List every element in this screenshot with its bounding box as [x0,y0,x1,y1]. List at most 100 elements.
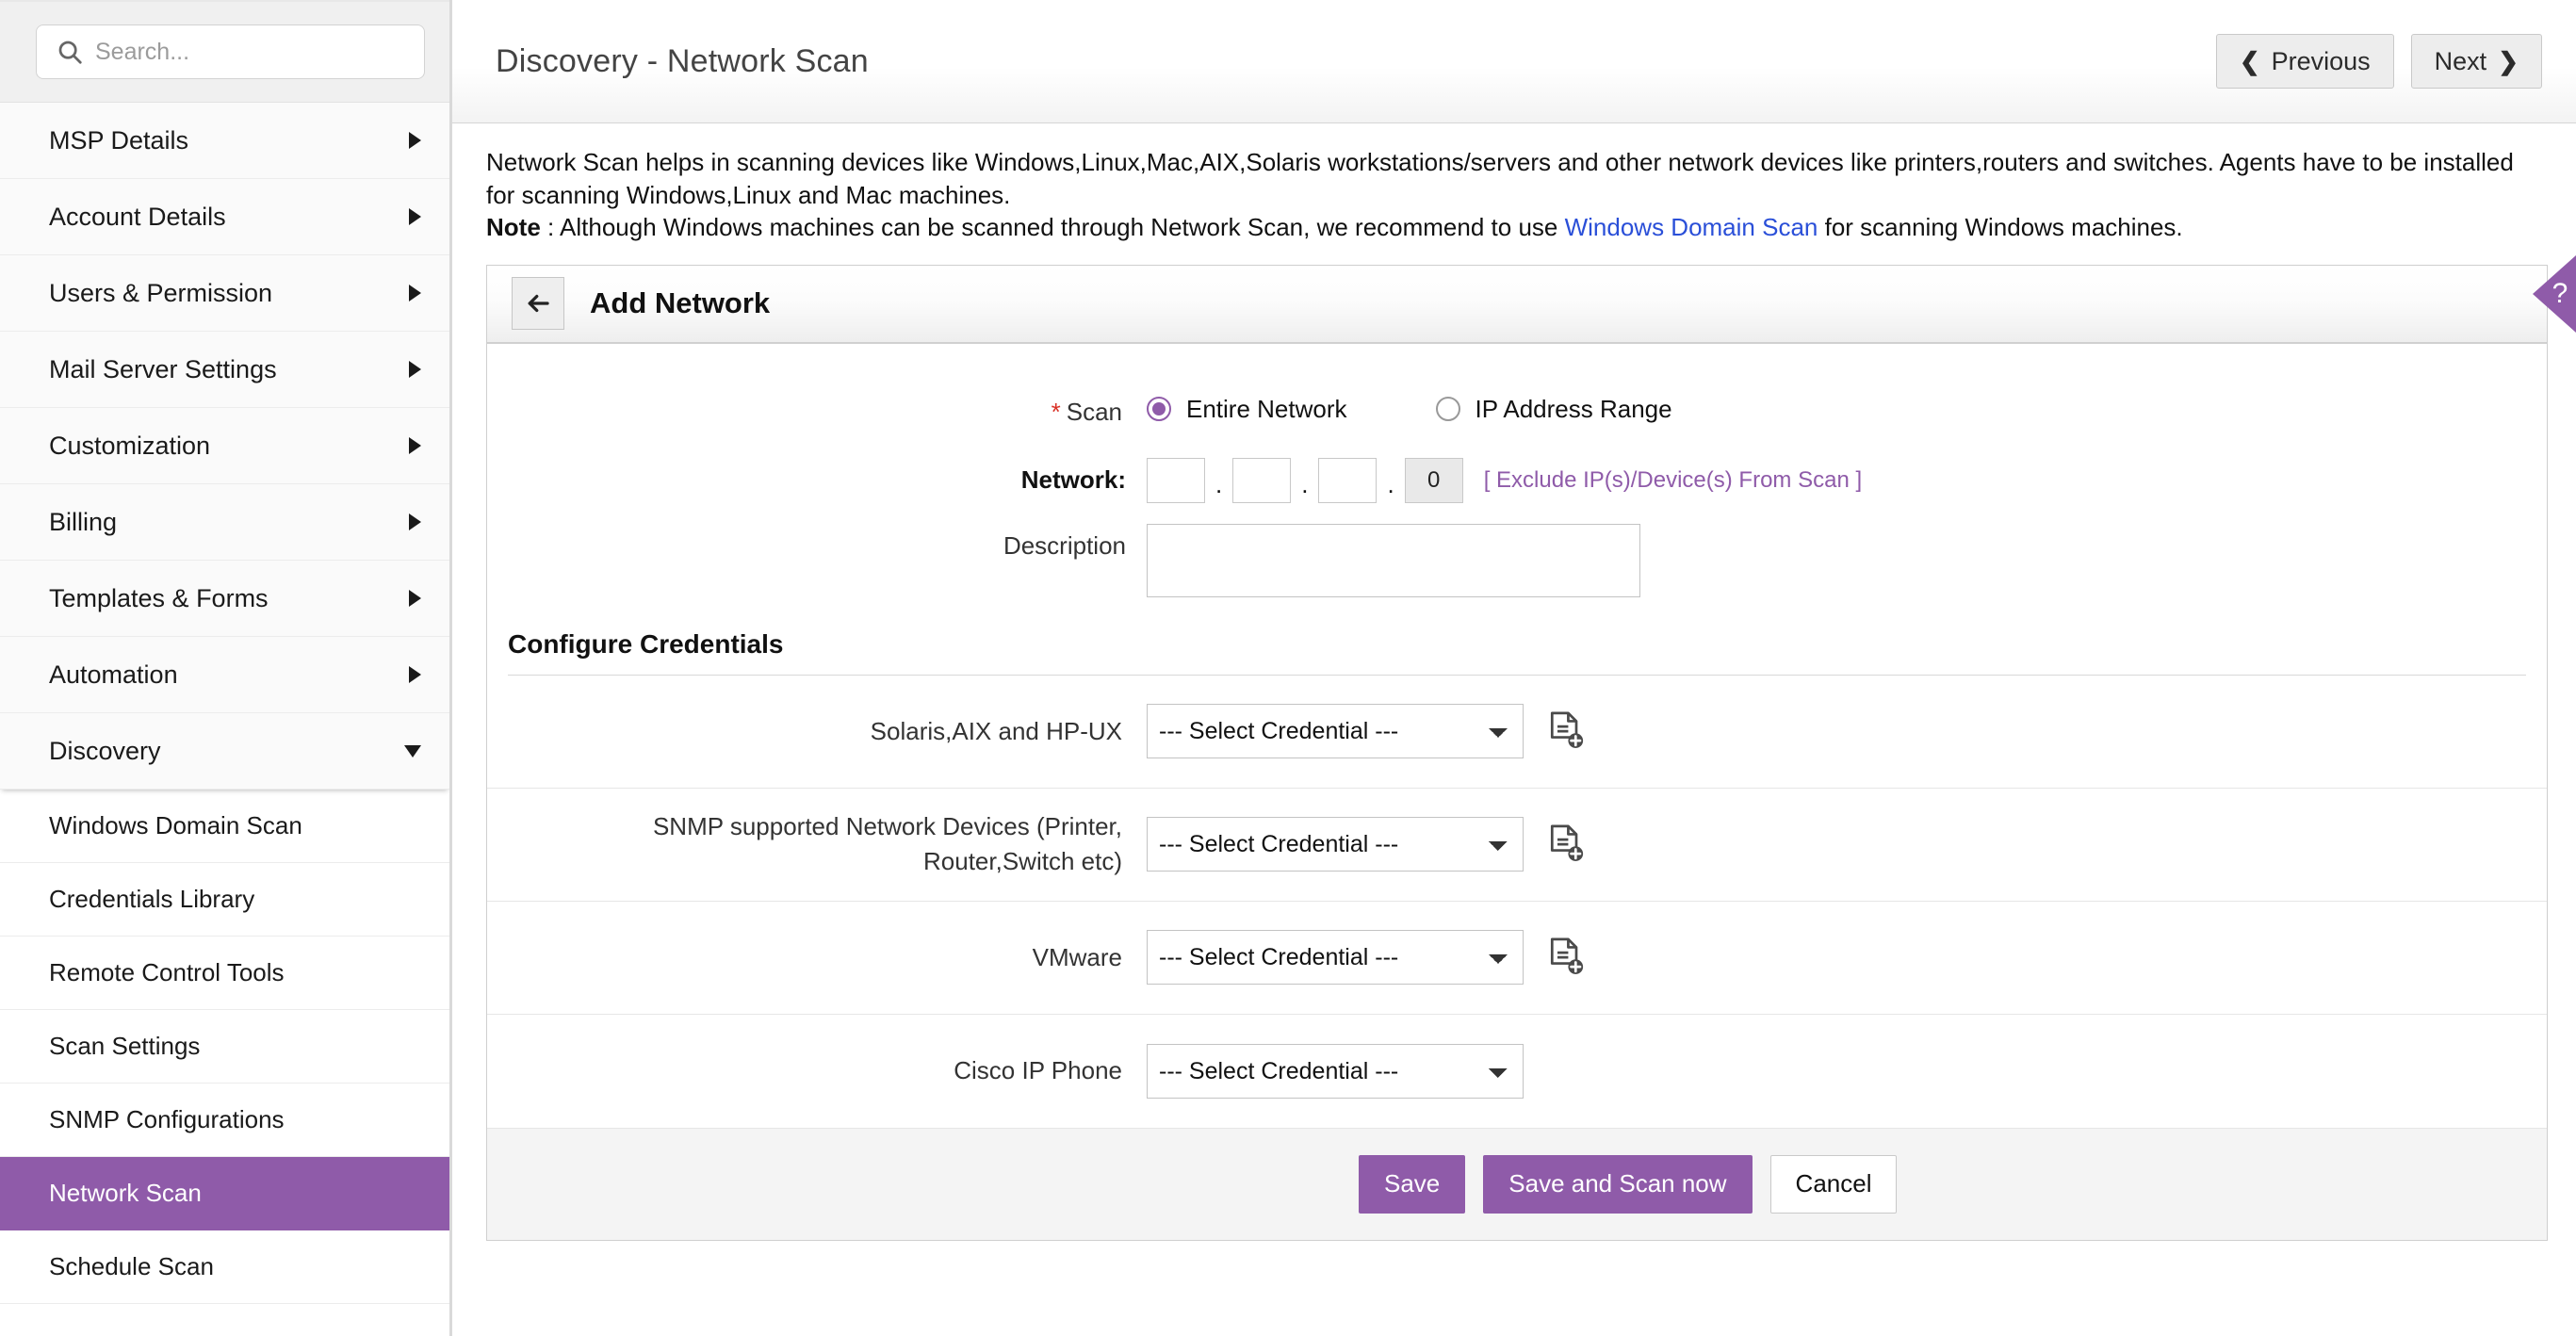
sidebar-item-label: Automation [49,660,178,689]
card-body: * Scan Entire Network IP Address Range N… [487,344,2547,1128]
chevron-down-icon [404,744,421,758]
chevron-right-icon [409,666,421,683]
sidebar-item-scan-settings[interactable]: Scan Settings [0,1010,449,1083]
credential-label: Solaris,AIX and HP-UX [870,716,1122,745]
add-credential-icon[interactable] [1548,937,1586,978]
sidebar-subitem-label: Network Scan [49,1179,202,1207]
previous-button-label: Previous [2271,46,2371,75]
sidebar-subitem-label: Credentials Library [49,885,255,913]
sidebar-item-credentials-library[interactable]: Credentials Library [0,863,449,937]
note-text-after: for scanning Windows machines. [1818,213,2183,242]
exclude-ips-link[interactable]: [ Exclude IP(s)/Device(s) From Scan ] [1484,467,1862,494]
page-content: ? Network Scan helps in scanning devices… [452,123,2576,1336]
credential-select-cisco-ip-phone[interactable]: --- Select Credential --- [1147,1043,1524,1099]
radio-indicator [1147,397,1171,422]
save-button[interactable]: Save [1359,1154,1466,1214]
radio-ip-address-range-label: IP Address Range [1475,394,1672,423]
chevron-right-icon [409,590,421,607]
description-textarea[interactable] [1147,523,1640,597]
page-nav-actions: ❮ Previous Next ❯ [2215,34,2542,89]
sidebar-item-templates-forms[interactable]: Templates & Forms [0,561,449,637]
sidebar: MSP Details Account Details Users & Perm… [0,0,452,1336]
sidebar-item-customization[interactable]: Customization [0,408,449,484]
windows-domain-scan-link[interactable]: Windows Domain Scan [1565,213,1818,241]
sidebar-item-label: MSP Details [49,125,189,155]
sidebar-item-billing[interactable]: Billing [0,484,449,561]
sidebar-item-snmp-configurations[interactable]: SNMP Configurations [0,1083,449,1157]
sidebar-item-schedule-scan[interactable]: Schedule Scan [0,1230,449,1304]
network-octet-1[interactable] [1147,457,1205,503]
radio-entire-network[interactable]: Entire Network [1147,395,1347,424]
chevron-right-icon [409,132,421,149]
add-credential-icon[interactable] [1548,823,1586,865]
sidebar-item-discovery[interactable]: Discovery [0,713,449,790]
sidebar-item-msp-details[interactable]: MSP Details [0,103,449,179]
main-area: Discovery - Network Scan ❮ Previous Next… [452,0,2576,1336]
network-octet-2[interactable] [1232,457,1292,503]
arrow-left-icon [528,295,549,313]
next-button[interactable]: Next ❯ [2410,34,2542,89]
chevron-right-icon [409,437,421,454]
intro-text: Network Scan helps in scanning devices l… [486,146,2548,244]
sidebar-item-label: Templates & Forms [49,583,269,612]
note-text-before: : Although Windows machines can be scann… [540,213,1565,242]
radio-ip-address-range[interactable]: IP Address Range [1435,394,1672,424]
network-octet-4 [1404,457,1463,503]
credential-select-snmp[interactable]: --- Select Credential --- [1147,817,1524,872]
note-label: Note [486,213,541,242]
card-title: Add Network [590,286,771,320]
back-button[interactable] [512,277,564,331]
sidebar-item-label: Mail Server Settings [49,354,277,383]
sidebar-item-network-scan[interactable]: Network Scan [0,1157,449,1230]
scan-label-text: Scan [1066,397,1122,426]
add-credential-icon[interactable] [1548,710,1586,752]
sidebar-item-account-details[interactable]: Account Details [0,179,449,255]
scan-field-row: * Scan Entire Network IP Address Range [487,344,2547,430]
sidebar-subitem-label: Windows Domain Scan [49,811,302,839]
network-octet-3[interactable] [1318,457,1378,503]
network-field-row: Network: . . . [ Exclude IP(s)/Device(s)… [487,430,2547,503]
sidebar-search-container [0,0,449,103]
sidebar-subitem-label: Schedule Scan [49,1252,214,1280]
credential-row-solaris: Solaris,AIX and HP-UX --- Select Credent… [487,676,2547,789]
search-box[interactable] [36,24,425,79]
sidebar-item-label: Users & Permission [49,278,273,307]
page-header: Discovery - Network Scan ❮ Previous Next… [452,0,2576,123]
description-label: Description [1003,530,1126,560]
credential-row-snmp: SNMP supported Network Devices (Printer,… [487,789,2547,902]
sidebar-item-label: Account Details [49,202,226,231]
radio-indicator [1435,397,1460,422]
page-title: Discovery - Network Scan [496,42,869,79]
app-root: MSP Details Account Details Users & Perm… [0,0,2576,1336]
search-input[interactable] [95,38,405,66]
sidebar-item-label: Discovery [49,736,161,765]
question-mark-icon: ? [2552,278,2568,309]
sidebar-subitem-label: Remote Control Tools [49,958,285,986]
cancel-button[interactable]: Cancel [1769,1154,1898,1214]
chevron-right-icon [409,361,421,378]
scan-label: * Scan [487,395,1147,430]
save-and-scan-now-button[interactable]: Save and Scan now [1483,1154,1753,1214]
card-footer: Save Save and Scan now Cancel [487,1127,2547,1240]
add-network-card: Add Network * Scan Entire Network IP Add… [486,264,2548,1241]
credential-select-vmware[interactable]: --- Select Credential --- [1147,930,1524,986]
credential-label: SNMP supported Network Devices (Printer,… [652,812,1122,876]
sidebar-item-mail-server-settings[interactable]: Mail Server Settings [0,332,449,408]
octet-separator: . [1215,469,1223,498]
scan-radio-group: Entire Network IP Address Range [1147,395,1672,424]
configure-credentials-title: Configure Credentials [508,628,784,659]
credential-select-solaris[interactable]: --- Select Credential --- [1147,704,1524,759]
sidebar-item-label: Billing [49,507,118,536]
sidebar-item-automation[interactable]: Automation [0,637,449,713]
intro-line-1: Network Scan helps in scanning devices l… [486,148,2514,209]
chevron-right-icon [409,208,421,225]
required-asterisk: * [1051,397,1061,426]
chevron-left-icon: ❮ [2239,47,2260,75]
sidebar-item-remote-control-tools[interactable]: Remote Control Tools [0,937,449,1010]
sidebar-subitem-label: SNMP Configurations [49,1105,285,1133]
credential-label: Cisco IP Phone [954,1056,1122,1085]
credential-row-cisco-ip-phone: Cisco IP Phone --- Select Credential --- [487,1015,2547,1128]
previous-button[interactable]: ❮ Previous [2215,34,2394,89]
sidebar-item-windows-domain-scan[interactable]: Windows Domain Scan [0,790,449,863]
sidebar-item-users-permission[interactable]: Users & Permission [0,255,449,332]
